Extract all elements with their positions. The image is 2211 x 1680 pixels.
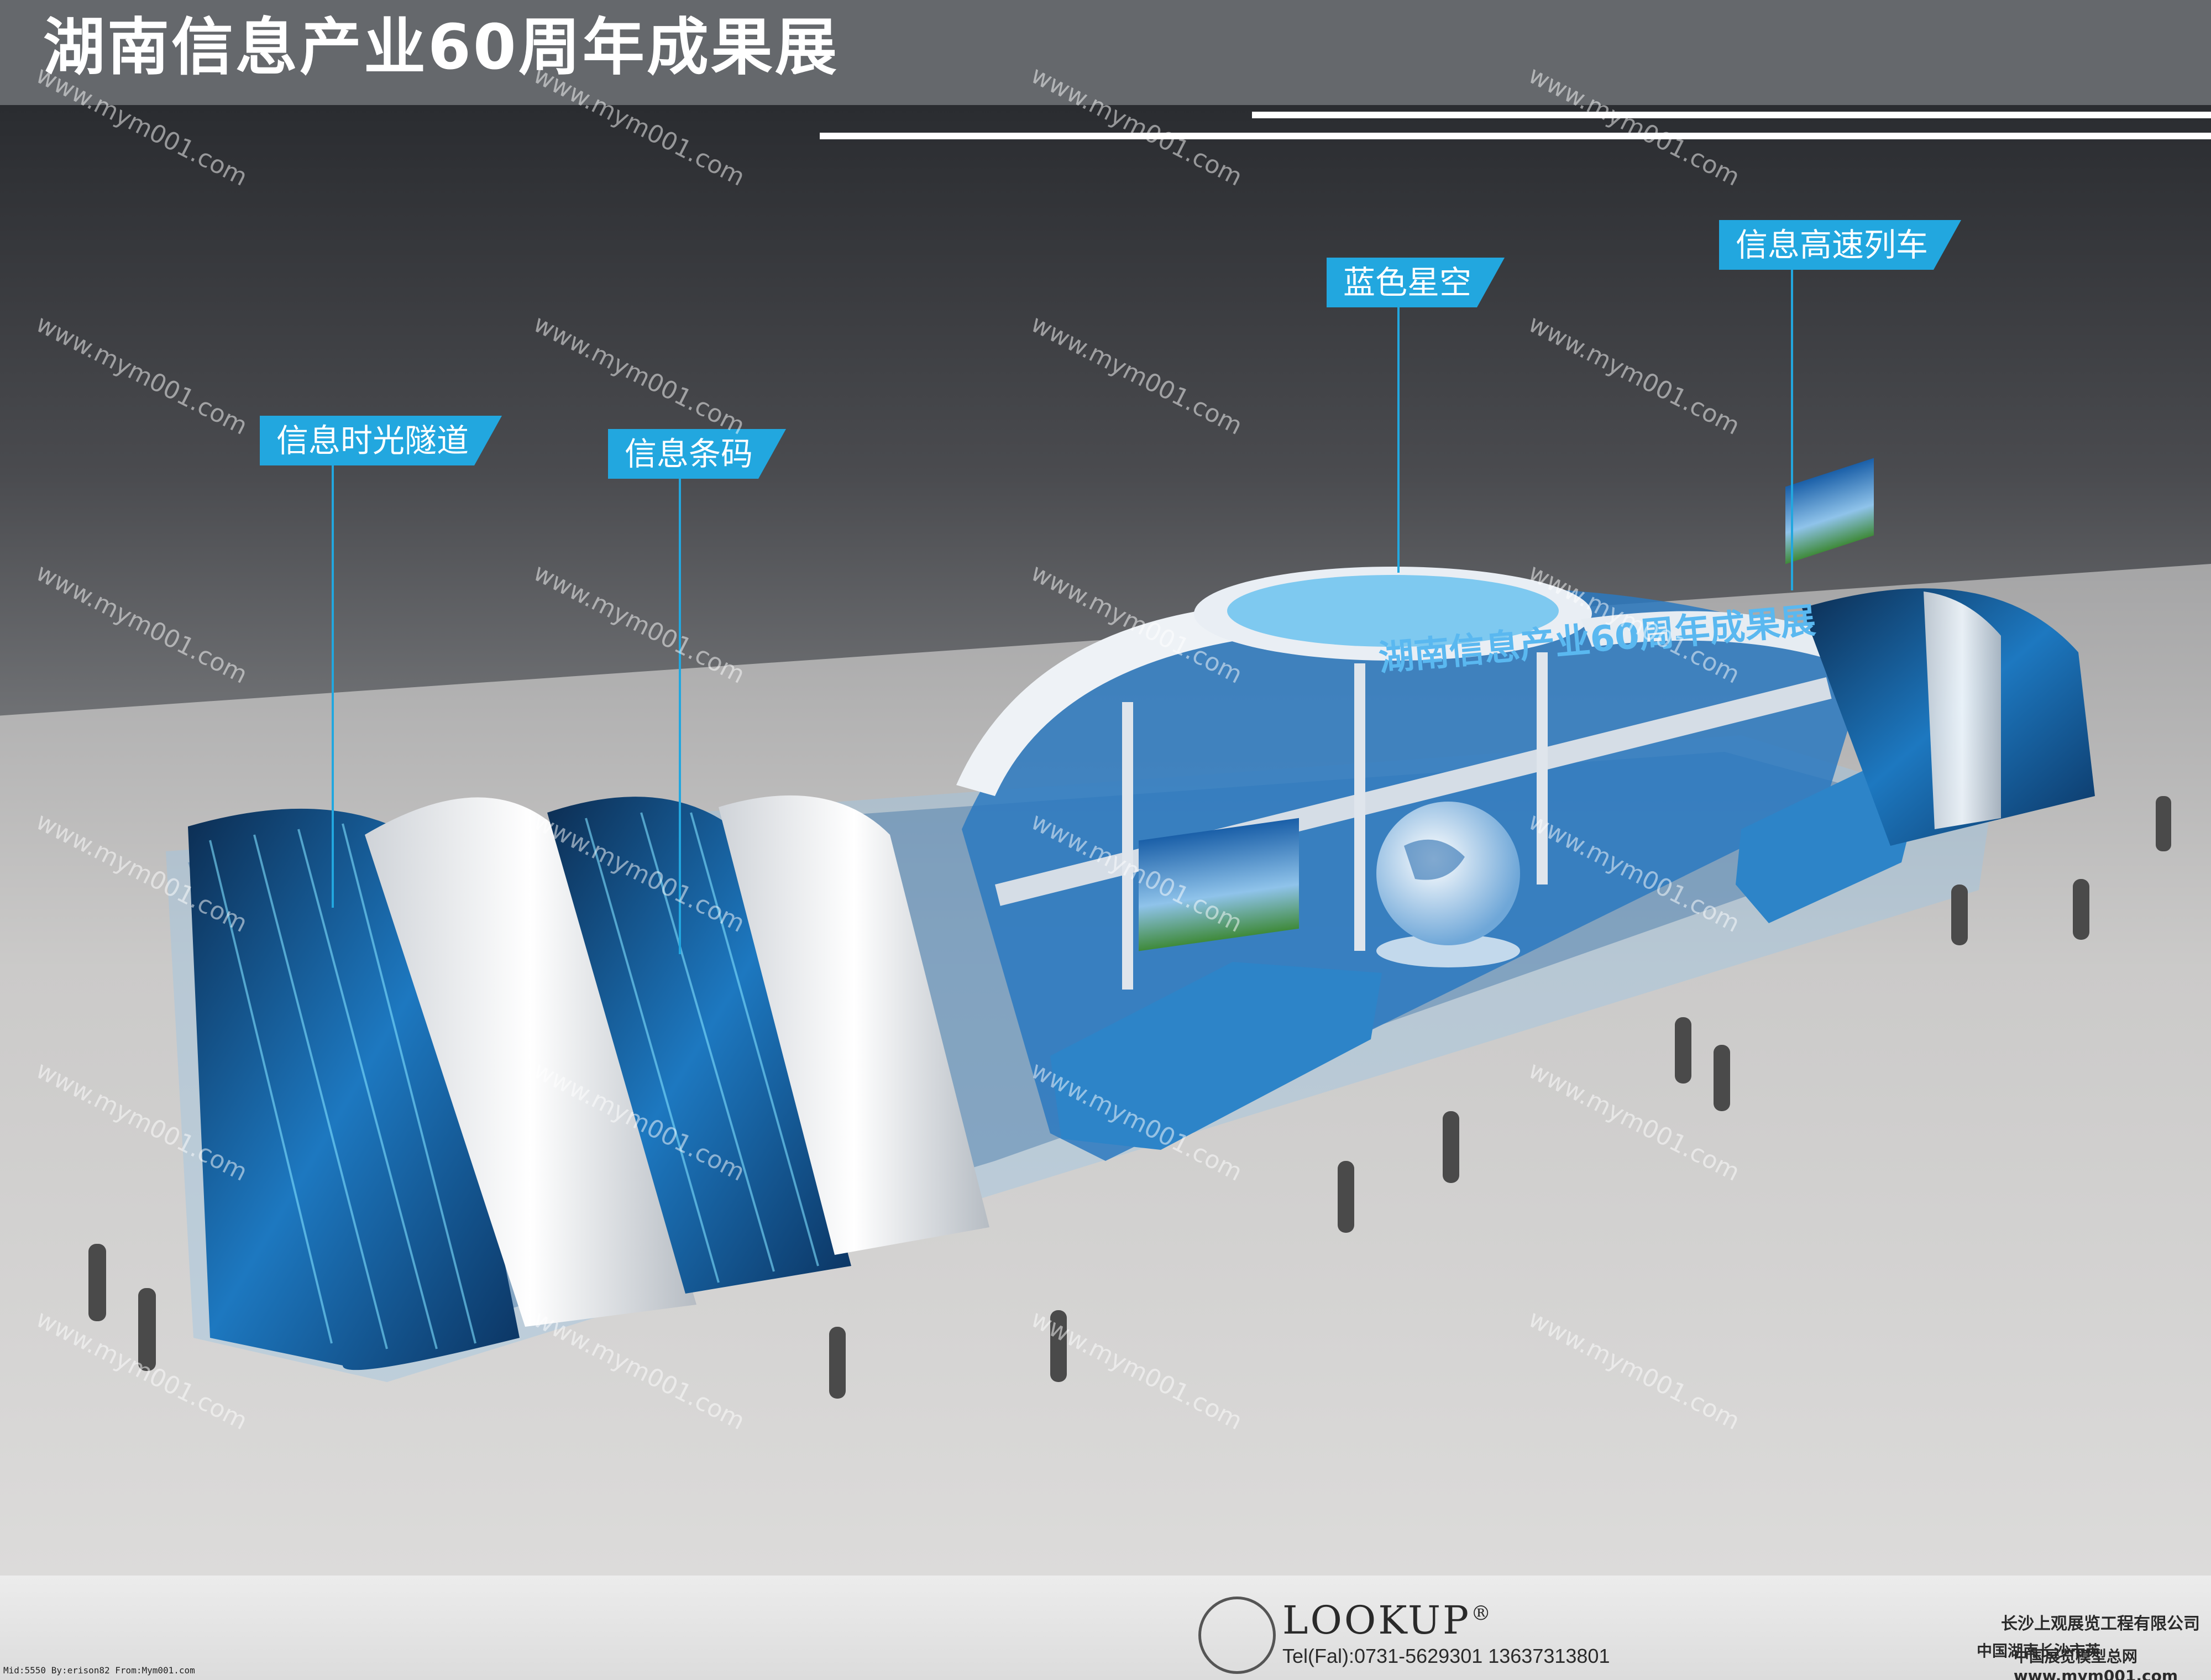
- brand-logo: LOOKUP®: [1282, 1598, 1494, 1643]
- site-url: www.mym001.com: [2013, 1667, 2178, 1680]
- page: 信息时光隧道 信息条码 蓝色星空 信息高速列车 湖南信息产业60周年成果展 湖南…: [0, 0, 2211, 1680]
- leader-line-time-tunnel: [332, 465, 334, 908]
- leader-line-blue-sky: [1397, 307, 1400, 573]
- header-rule-bottom: [820, 133, 2211, 139]
- globe: [1376, 802, 1520, 967]
- zone-label-barcode: 信息条码: [608, 429, 786, 479]
- site-credit: 中国展览模型总网 www.mym001.com: [2014, 1645, 2178, 1680]
- header-rule-top: [1252, 112, 2211, 118]
- image-credit: Mid:5550 By:erison82 From:Mym001.com: [3, 1665, 195, 1676]
- contact-tel: Tel(Fal):0731-5629301 13637313801: [1282, 1645, 1610, 1667]
- page-title: 湖南信息产业60周年成果展: [43, 12, 839, 83]
- registered-mark: ®: [1471, 1602, 1494, 1625]
- zone-label-info-train: 信息高速列车: [1719, 220, 1961, 270]
- zone-label-blue-sky: 蓝色星空: [1327, 258, 1505, 307]
- zone-label-time-tunnel: 信息时光隧道: [260, 416, 502, 465]
- footer: [0, 1576, 2211, 1680]
- company-name: 长沙上观展览工程有限公司: [2001, 1614, 2200, 1634]
- leader-line-info-train: [1791, 270, 1793, 590]
- site-name: 中国展览模型总网: [2013, 1647, 2137, 1666]
- copyright-seal-icon: [1198, 1597, 1276, 1674]
